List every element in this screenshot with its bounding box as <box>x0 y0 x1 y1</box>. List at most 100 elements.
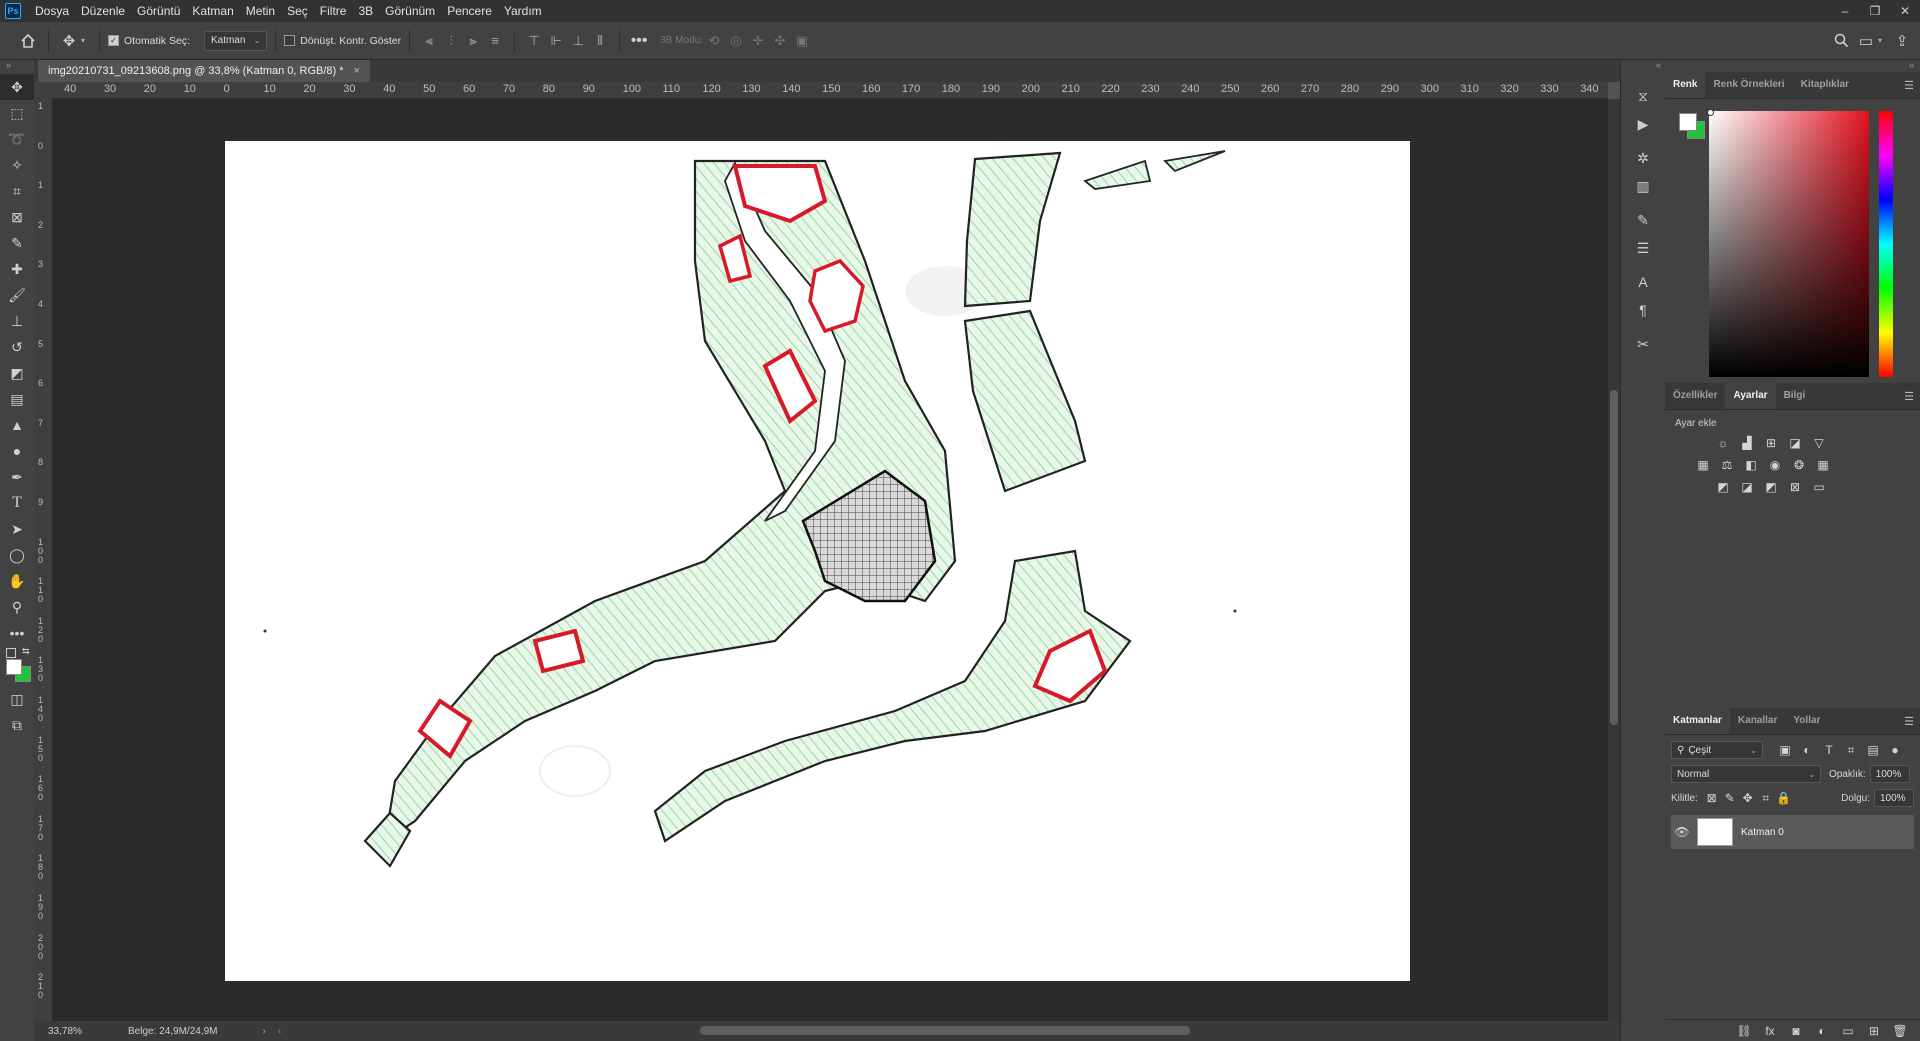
healing-brush-tool-icon[interactable]: ✚ <box>0 256 34 282</box>
color-picker-field[interactable] <box>1709 111 1869 377</box>
invert-icon[interactable]: ◩ <box>1715 479 1731 495</box>
lock-transparent-icon[interactable]: ⊠ <box>1704 790 1720 806</box>
show-transform-controls-checkbox[interactable]: Dönüşt. Kontr. Göster <box>284 35 401 47</box>
zoom-level[interactable]: 33,78% <box>48 1026 108 1037</box>
ellipse-tool-icon[interactable]: ◯ <box>0 542 34 568</box>
tab-layers[interactable]: Katmanlar <box>1665 708 1730 734</box>
align-top-icon[interactable]: ⊤ <box>523 33 545 49</box>
menu-view[interactable]: Görünüm <box>379 0 441 22</box>
edit-toolbar-icon[interactable]: ••• <box>0 620 34 646</box>
distribute-vertical-icon[interactable]: ⫴ <box>589 33 611 49</box>
blend-mode-dropdown[interactable]: Normal ⌄ <box>1671 765 1821 783</box>
tool-presets-icon[interactable]: ✂ <box>1621 330 1665 358</box>
scroll-left-icon[interactable]: ‹ <box>278 1026 281 1037</box>
panel-menu-icon[interactable]: ☰ <box>1904 79 1914 92</box>
dodge-tool-icon[interactable]: ● <box>0 438 34 464</box>
hue-saturation-icon[interactable]: ▦ <box>1695 457 1711 473</box>
brush-tool-icon[interactable]: 🖌 <box>0 282 34 308</box>
tab-libraries[interactable]: Kitaplıklar <box>1793 72 1857 98</box>
hue-slider[interactable] <box>1879 111 1893 377</box>
path-selection-tool-icon[interactable]: ➤ <box>0 516 34 542</box>
layer-filter-dropdown[interactable]: ⚲ Çeşit ⌄ <box>1671 741 1763 759</box>
exposure-icon[interactable]: ◪ <box>1787 435 1803 451</box>
eye-icon[interactable]: 👁 <box>1671 825 1693 839</box>
paragraph-panel-icon[interactable]: ¶ <box>1621 296 1665 324</box>
tab-paths[interactable]: Yollar <box>1785 708 1828 734</box>
menu-edit[interactable]: Düzenle <box>75 0 131 22</box>
filter-toggle-icon[interactable]: ● <box>1887 742 1903 758</box>
crop-tool-icon[interactable]: ⌗ <box>0 178 34 204</box>
move-tool-icon[interactable]: ✥ <box>57 29 81 53</box>
black-white-icon[interactable]: ◧ <box>1743 457 1759 473</box>
status-menu-arrow-icon[interactable]: › <box>263 1026 266 1037</box>
properties-sliders-icon[interactable]: ☰ <box>1621 234 1665 262</box>
collapse-icon[interactable]: » <box>0 60 34 74</box>
tab-info[interactable]: Bilgi <box>1776 383 1814 409</box>
ruler-horizontal[interactable]: 40 30 20 10 0 10 20 30 40 50 60 70 80 90 100 110 120 130 1… <box>52 82 1608 99</box>
layer-style-icon[interactable]: fx <box>1762 1023 1778 1039</box>
brush-settings-icon[interactable]: ✎ <box>1621 206 1665 234</box>
filter-type-icon[interactable]: T <box>1821 742 1837 758</box>
color-lookup-icon[interactable]: ▦ <box>1815 457 1831 473</box>
chevron-down-icon[interactable]: ▾ <box>1878 36 1882 45</box>
lock-image-icon[interactable]: ✎ <box>1722 790 1738 806</box>
home-icon[interactable] <box>16 29 40 53</box>
delete-layer-icon[interactable]: 🗑 <box>1892 1023 1908 1039</box>
curves-icon[interactable]: ⊞ <box>1763 435 1779 451</box>
history-brush-tool-icon[interactable]: ↺ <box>0 334 34 360</box>
restore-button[interactable]: ❐ <box>1860 0 1890 22</box>
magic-wand-tool-icon[interactable]: ✧ <box>0 152 34 178</box>
fill-input[interactable]: 100% <box>1874 789 1914 807</box>
new-adjustment-icon[interactable]: ◐ <box>1814 1023 1830 1039</box>
gradient-tool-icon[interactable]: ▤ <box>0 386 34 412</box>
minimize-button[interactable]: – <box>1830 0 1860 22</box>
vibrance-icon[interactable]: ▽ <box>1811 435 1827 451</box>
eyedropper-tool-icon[interactable]: ✎ <box>0 230 34 256</box>
align-vertical-center-icon[interactable]: ⊩ <box>545 33 567 49</box>
document-canvas[interactable] <box>225 141 1410 981</box>
actions-panel-icon[interactable]: ▶ <box>1621 110 1665 138</box>
layer-mask-icon[interactable]: ◙ <box>1788 1023 1804 1039</box>
move-tool-icon[interactable]: ✥ <box>0 74 34 100</box>
align-horizontal-center-icon[interactable]: ⫶ <box>440 33 462 49</box>
foreground-color-swatch[interactable] <box>1679 113 1697 131</box>
pen-tool-icon[interactable]: ✒ <box>0 464 34 490</box>
filter-adjustment-icon[interactable]: ◐ <box>1799 742 1815 758</box>
close-icon[interactable]: × <box>354 65 360 77</box>
menu-3d[interactable]: 3B <box>352 0 379 22</box>
color-picker-cursor[interactable] <box>1707 109 1714 116</box>
distribute-horizontal-icon[interactable]: ≡ <box>484 33 506 48</box>
default-colors-icon[interactable] <box>6 648 16 658</box>
auto-select-target-dropdown[interactable]: Katman ⌄ <box>203 30 268 51</box>
layer-row[interactable]: 👁 Katman 0 <box>1671 815 1914 849</box>
posterize-icon[interactable]: ◪ <box>1739 479 1755 495</box>
character-panel-icon[interactable]: A <box>1621 268 1665 296</box>
panel-menu-icon[interactable]: ☰ <box>1904 715 1914 728</box>
tab-adjustments[interactable]: Ayarlar <box>1725 383 1776 409</box>
align-left-icon[interactable]: ⫷ <box>418 33 440 49</box>
foreground-color-swatch[interactable] <box>6 659 22 675</box>
clone-stamp-tool-icon[interactable]: ⊥ <box>0 308 34 334</box>
menu-file[interactable]: Dosya <box>29 0 75 22</box>
screen-mode-icon[interactable]: ⧉ <box>0 712 34 738</box>
ruler-vertical[interactable]: 1 0 1 2 3 4 5 6 7 8 9 100 110 120 130 140 150 160 170 180 19… <box>34 98 53 1021</box>
quick-mask-icon[interactable]: ◫ <box>0 686 34 712</box>
document-tab[interactable]: img20210731_09213608.png @ 33,8% (Katman… <box>38 60 370 82</box>
swap-colors-icon[interactable]: ⇆ <box>22 646 30 657</box>
levels-icon[interactable]: ▟ <box>1739 435 1755 451</box>
gradient-map-icon[interactable]: ▭ <box>1811 479 1827 495</box>
marquee-tool-icon[interactable]: ⬚ <box>0 100 34 126</box>
opacity-input[interactable]: 100% <box>1869 765 1910 783</box>
frame-tool-icon[interactable]: ⊠ <box>0 204 34 230</box>
menu-type[interactable]: Metin <box>240 0 281 22</box>
color-balance-icon[interactable]: ⚖ <box>1719 457 1735 473</box>
menu-help[interactable]: Yardım <box>498 0 548 22</box>
photo-filter-icon[interactable]: ◉ <box>1767 457 1783 473</box>
horizontal-scroll-thumb[interactable] <box>700 1026 1190 1035</box>
layer-name[interactable]: Katman 0 <box>1741 827 1784 838</box>
collapse-icon[interactable]: « <box>1621 60 1665 82</box>
tab-color[interactable]: Renk <box>1665 72 1706 98</box>
menu-filter[interactable]: Filtre <box>314 0 353 22</box>
hand-tool-icon[interactable]: ✋ <box>0 568 34 594</box>
filter-pixel-icon[interactable]: ▣ <box>1777 742 1793 758</box>
